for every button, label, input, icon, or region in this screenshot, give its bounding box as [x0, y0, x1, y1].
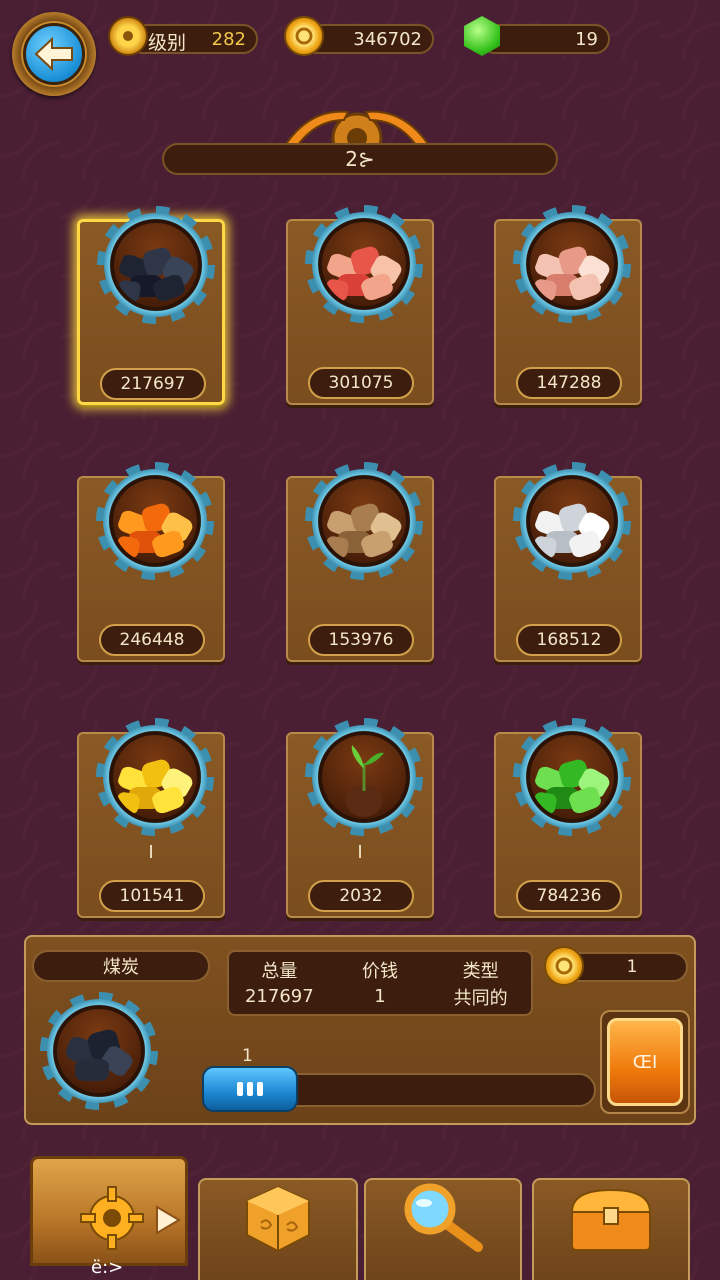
ore-gear-frame [513, 718, 631, 836]
tab-chest[interactable] [532, 1178, 690, 1280]
dice-icon [246, 1185, 310, 1253]
back-button[interactable] [12, 12, 96, 96]
ore-count: 784236 [516, 880, 622, 912]
ore-count: 168512 [516, 624, 622, 656]
ore-count: 246448 [99, 624, 205, 656]
section-title: 2⊱ [345, 147, 375, 171]
gear-icon [80, 1186, 144, 1250]
coin-icon [284, 16, 324, 56]
ore-count: 217697 [100, 368, 206, 400]
level-label: 级别 [148, 32, 187, 54]
magnifier-icon [404, 1183, 483, 1252]
ore-card-mark: I [148, 842, 154, 863]
quantity-slider-thumb[interactable] [202, 1066, 298, 1112]
tab-dice[interactable] [198, 1178, 358, 1280]
value-type: 共同的 [453, 987, 508, 1009]
ore-card[interactable]: I 101541 [77, 718, 225, 918]
header-total: 总量 [261, 960, 298, 982]
quantity-label: 1 [242, 1046, 253, 1066]
ore-card[interactable]: 168512 [494, 462, 642, 662]
coal-icon [114, 223, 198, 307]
red-ore-icon [322, 222, 406, 306]
item-name-pill: 煤炭 [32, 950, 210, 982]
sponge-rock-icon [322, 479, 406, 563]
ore-count: 301075 [308, 367, 414, 399]
ore-card[interactable]: 784236 [494, 718, 642, 918]
ore-gear-frame [305, 462, 423, 580]
gem-value: 19 [575, 28, 598, 50]
emerald-icon [530, 735, 614, 819]
sell-label: ŒI [632, 1051, 658, 1073]
header-type: 类型 [462, 960, 499, 982]
pink-ore-icon [530, 222, 614, 306]
tab-inventory[interactable]: ë:> [30, 1156, 188, 1278]
level-value: 282 [211, 28, 246, 50]
selected-item-preview [40, 992, 158, 1110]
ore-gear-frame [97, 206, 215, 324]
amber-icon [113, 479, 197, 563]
sell-button-frame: ŒI [600, 1010, 690, 1114]
chest-icon [570, 1188, 652, 1251]
section-title-banner: 2⊱ [162, 143, 558, 175]
sell-button[interactable]: ŒI [607, 1018, 683, 1106]
ore-gear-frame [96, 718, 214, 836]
tab-inventory-label: ë:> [91, 1257, 124, 1278]
value-total: 217697 [244, 986, 314, 1007]
ore-count: 2032 [308, 880, 414, 912]
item-info-box: 总量 价钱 类型 217697 1 共同的 [227, 950, 533, 1016]
coin-value: 346702 [353, 28, 422, 50]
ore-gear-frame [305, 718, 423, 836]
ore-card[interactable]: I 2032 [286, 718, 434, 918]
item-name: 煤炭 [103, 957, 139, 978]
value-price: 1 [374, 986, 386, 1007]
ore-count: 147288 [516, 367, 622, 399]
gear-icon [108, 16, 148, 56]
ore-count: 101541 [99, 880, 205, 912]
ore-card[interactable]: 301075 [286, 205, 434, 405]
ore-gear-frame [513, 205, 631, 323]
white-stone-icon [530, 479, 614, 563]
tab-search[interactable] [364, 1178, 522, 1280]
ore-gear-frame [513, 462, 631, 580]
sprout-icon [322, 735, 406, 819]
play-arrow-icon [156, 1205, 181, 1235]
gold-nuggets-icon [113, 735, 197, 819]
ore-card[interactable]: 147288 [494, 205, 642, 405]
ore-card[interactable]: 246448 [77, 462, 225, 662]
unit-price: 1 [626, 957, 638, 977]
ore-card[interactable]: 217697 [77, 206, 225, 405]
ore-gear-frame [96, 462, 214, 580]
ore-gear-frame [305, 205, 423, 323]
header-price: 价钱 [361, 960, 398, 982]
arrow-left-icon [34, 37, 73, 71]
coin-icon [544, 946, 584, 986]
ore-card-mark: I [357, 842, 363, 863]
ore-count: 153976 [308, 624, 414, 656]
ore-card[interactable]: 153976 [286, 462, 434, 662]
